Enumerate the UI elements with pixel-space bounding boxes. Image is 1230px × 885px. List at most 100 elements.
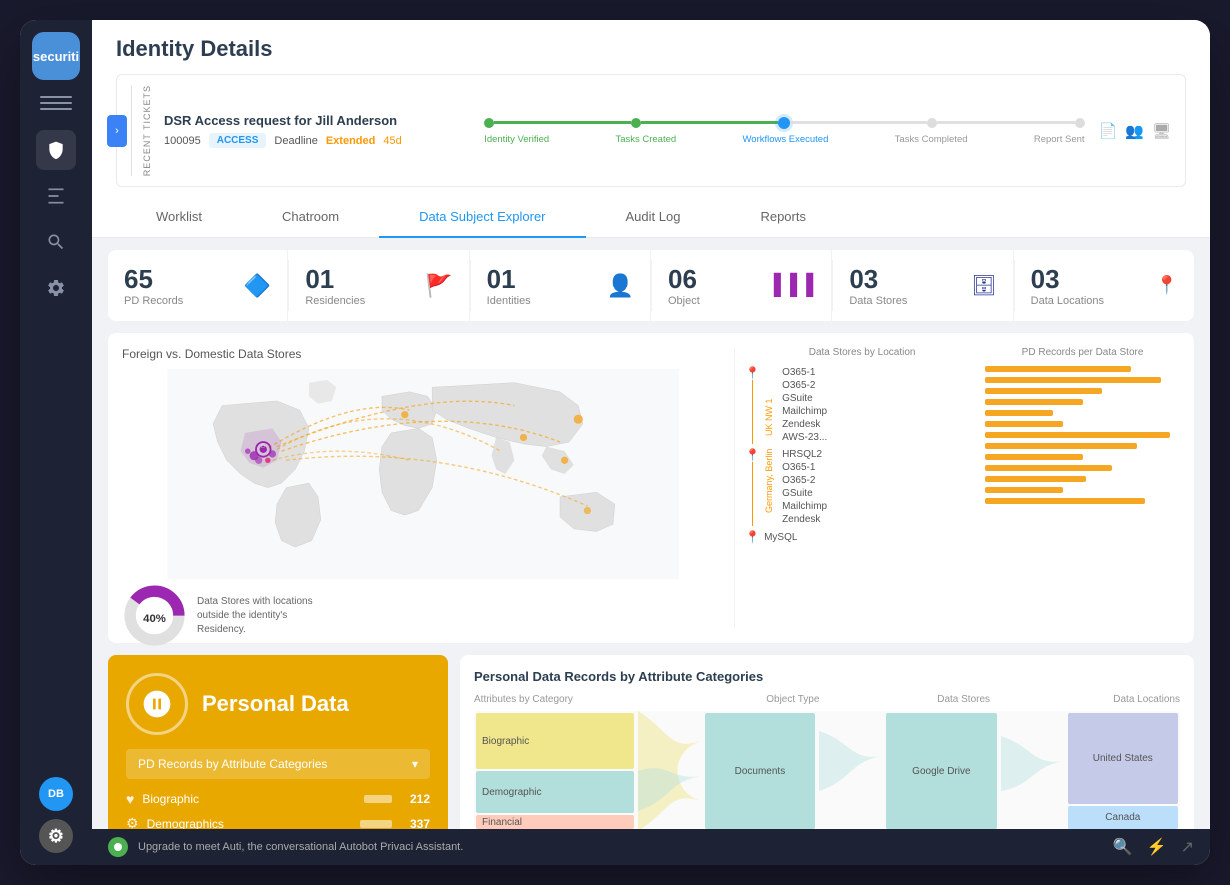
stat-icon-6: 📍 [1156, 275, 1178, 296]
pd-icon-circle [126, 673, 188, 735]
tab-data-subject-explorer[interactable]: Data Subject Explorer [379, 197, 585, 239]
tab-chatroom[interactable]: Chatroom [242, 197, 379, 239]
sidebar-item-shield[interactable] [36, 130, 76, 170]
wave-1 [638, 711, 701, 829]
stat-icon-2: 🚩 [425, 273, 452, 299]
tab-worklist[interactable]: Worklist [116, 197, 242, 239]
pd-dropdown-label: PD Records by Attribute Categories [138, 757, 327, 771]
ticket-days: 45d [383, 135, 401, 147]
attr-financial: Financial [476, 815, 634, 829]
menu-button[interactable] [40, 96, 72, 116]
bar-3 [985, 388, 1102, 394]
main-content: Identity Details › RECENT TICKETS DSR Ac… [92, 20, 1210, 865]
map-right: Data Stores by Location 📍 UK NW 1 [734, 347, 1180, 629]
stat-data-locations-content: 03 Data Locations [1031, 264, 1104, 307]
uk-group: 📍 UK NW 1 O365-1 O365-2 GSuite Mailchimp [745, 366, 979, 444]
sidebar-bottom: DB ⚙ [39, 777, 73, 853]
pd-item-demographics: ⚙ Demographics 337 [126, 815, 430, 829]
user-avatar-dot[interactable]: ⚙ [39, 819, 73, 853]
stat-number-5: 03 [849, 264, 907, 295]
uk-items: UK NW 1 O365-1 O365-2 GSuite Mailchimp Z… [764, 366, 827, 444]
search-status-icon[interactable]: 🔍 [1113, 837, 1133, 857]
uk-store-list: O365-1 O365-2 GSuite Mailchimp Zendesk A… [782, 366, 827, 444]
obj-col: Documents [703, 711, 817, 829]
tickets-toggle[interactable]: › [107, 115, 127, 147]
berlin-store-2: O365-1 [782, 461, 827, 474]
pd-item-1-count: 212 [400, 792, 430, 806]
tab-audit-log[interactable]: Audit Log [586, 197, 721, 239]
bar-8 [985, 443, 1137, 449]
donut-label: Data Stores with locations outside the i… [197, 595, 337, 637]
attr-biographic: Biographic [476, 713, 634, 769]
step-label-1: Identity Verified [484, 134, 549, 145]
stat-label-3: Identities [487, 295, 531, 307]
stat-number-3: 01 [487, 264, 531, 295]
step-label-2: Tasks Created [615, 134, 676, 145]
page-header: Identity Details › RECENT TICKETS DSR Ac… [92, 20, 1210, 238]
bars-list [985, 366, 1180, 504]
step-dot-3 [778, 117, 790, 129]
progress-labels-row: Identity Verified Tasks Created Workflow… [484, 134, 1084, 145]
ticket-screen-icon[interactable]: 🖥 [1152, 122, 1171, 140]
pd-item-2-icon: ⚙ [126, 815, 139, 829]
stat-icon-4: ▐▐▐ [767, 274, 816, 297]
sidebar-item-search[interactable] [36, 222, 76, 262]
ticket-user-icon[interactable]: 👥 [1125, 122, 1144, 140]
pd-dropdown[interactable]: PD Records by Attribute Categories ▾ [126, 749, 430, 779]
arrow-status-icon[interactable]: ↗ [1181, 837, 1194, 857]
map-title: Foreign vs. Domestic Data Stores [122, 347, 724, 361]
stat-icon-3: 👤 [607, 273, 634, 299]
logo-text: securiti [33, 49, 79, 64]
app-logo[interactable]: securiti [32, 32, 80, 80]
berlin-store-5: Mailchimp [782, 500, 827, 513]
uk-store-1: O365-1 [782, 366, 827, 379]
store-gdrive: Google Drive [886, 713, 996, 829]
uk-store-2: O365-2 [782, 379, 827, 392]
ticket-extended-label: Extended [326, 135, 376, 147]
stat-object-content: 06 Object [668, 264, 700, 307]
filter-status-icon[interactable]: ⚡ [1147, 837, 1167, 857]
recent-tickets-label: RECENT TICKETS [131, 85, 152, 176]
bar-4 [985, 399, 1082, 405]
stat-pd-records-content: 65 PD Records [124, 264, 183, 307]
bar-6 [985, 421, 1063, 427]
ticket-type-badge: ACCESS [209, 133, 267, 148]
uk-vert-line [752, 380, 753, 444]
sidebar-item-settings[interactable] [36, 268, 76, 308]
stat-identities-content: 01 Identities [487, 264, 531, 307]
col-header-4: Data Locations [1043, 694, 1180, 705]
bar-11 [985, 476, 1086, 482]
berlin-region-label: Germany, Berlin [764, 448, 774, 513]
stat-label-6: Data Locations [1031, 295, 1104, 307]
stat-label-5: Data Stores [849, 295, 907, 307]
status-inner-dot [114, 843, 122, 851]
mysql-label: MySQL [764, 532, 797, 543]
uk-pin-col: 📍 [745, 366, 760, 444]
stat-number-6: 03 [1031, 264, 1104, 295]
berlin-store-1: HRSQL2 [782, 448, 827, 461]
wave-2 [819, 711, 882, 829]
tab-reports[interactable]: Reports [720, 197, 846, 239]
berlin-store-3: O365-2 [782, 474, 827, 487]
location-canada: Canada [1068, 806, 1178, 829]
berlin-store-6: Zendesk [782, 513, 827, 526]
records-title: Personal Data Records by Attribute Categ… [474, 669, 1180, 684]
stats-row: 65 PD Records 🔷 01 Residencies 🚩 [108, 250, 1194, 321]
progress-dots-row [484, 117, 1084, 129]
sidebar-item-chart[interactable] [36, 176, 76, 216]
donut-chart: 40% [122, 583, 187, 648]
berlin-store-list: HRSQL2 O365-1 O365-2 GSuite Mailchimp Ze… [782, 448, 827, 526]
wave-svg-2 [819, 711, 882, 829]
ticket-action-icons: 📄 👥 🖥 [1099, 122, 1171, 140]
ticket-doc-icon[interactable]: 📄 [1099, 122, 1118, 140]
status-action-icons: 🔍 ⚡ ↗ [1113, 837, 1194, 857]
location-names-col: Data Stores by Location 📍 UK NW 1 [745, 347, 979, 629]
menu-line-2 [40, 102, 72, 104]
user-avatar-db[interactable]: DB [39, 777, 73, 811]
pd-item-1-icon: ♥ [126, 791, 134, 807]
bars-col: PD Records per Data Store [985, 347, 1180, 629]
step-line-4 [937, 121, 1074, 124]
berlin-vert-line [752, 462, 753, 526]
ticket-info: DSR Access request for Jill Anderson 100… [164, 113, 464, 148]
personal-data-card: Personal Data PD Records by Attribute Ca… [108, 655, 448, 829]
